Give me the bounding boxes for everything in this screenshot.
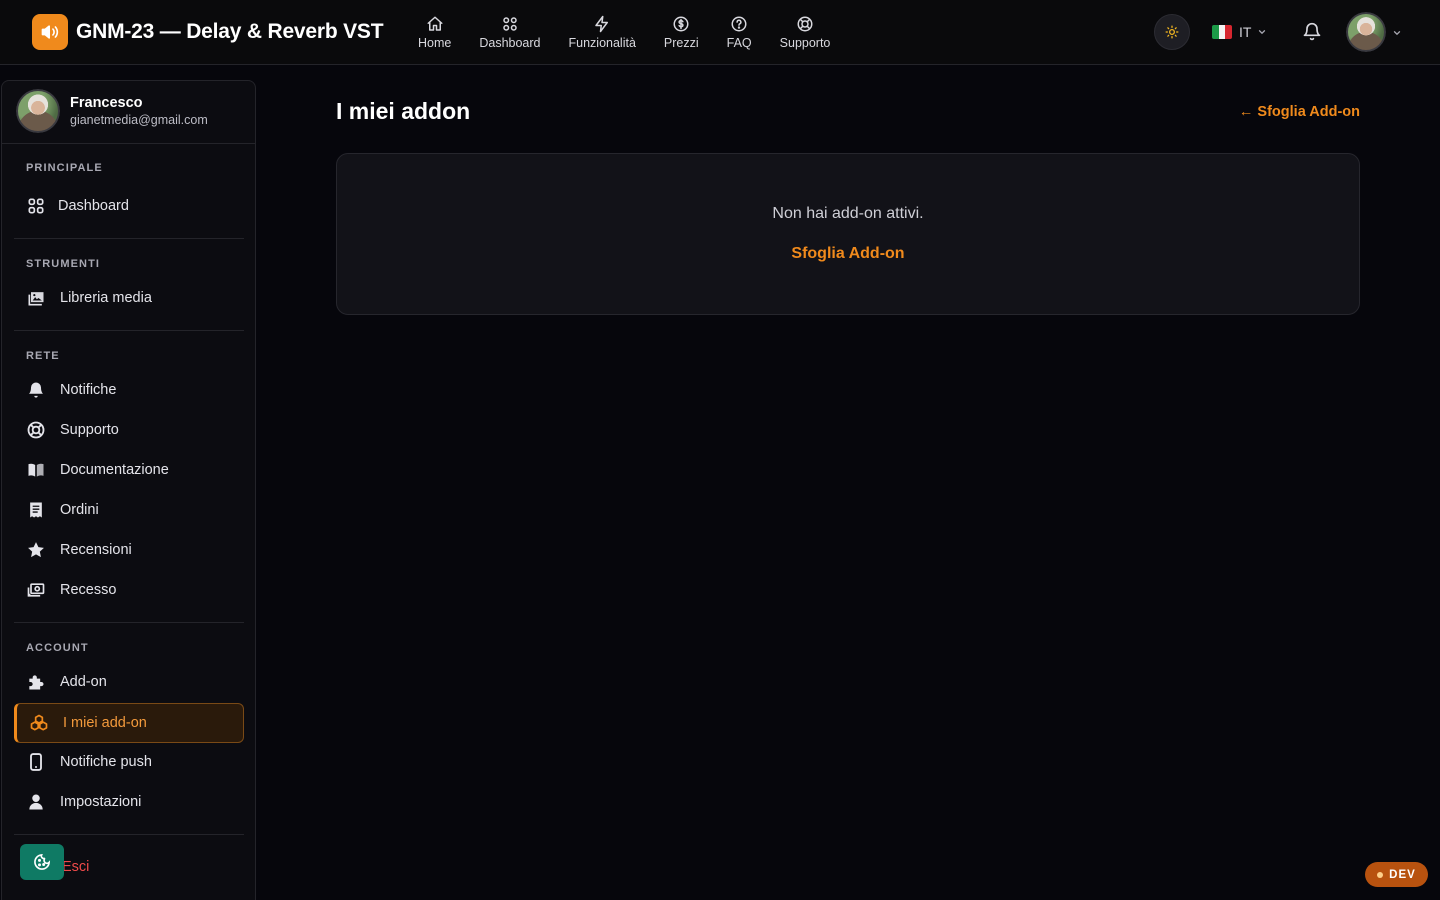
sidebar-item-label: Notifiche push xyxy=(60,754,152,770)
section-title-strumenti: STRUMENTI xyxy=(26,258,101,270)
nav-support-label: Supporto xyxy=(779,35,831,50)
cookie-icon xyxy=(34,853,51,870)
nav-faq-label: FAQ xyxy=(726,35,752,50)
logout-button[interactable]: Esci xyxy=(62,859,89,875)
browse-addons-link[interactable]: ← Sfoglia Add-on xyxy=(1239,104,1360,120)
lifebuoy-icon xyxy=(27,421,45,439)
nav-faq[interactable]: FAQ xyxy=(713,0,766,64)
book-icon xyxy=(28,463,44,477)
nav-support[interactable]: Supporto xyxy=(766,0,845,64)
sidebar-item-documentation[interactable]: Documentazione xyxy=(14,451,244,489)
phone-icon xyxy=(30,753,42,771)
dollar-icon xyxy=(673,16,689,31)
sidebar-item-settings[interactable]: Impostazioni xyxy=(14,783,244,821)
top-navbar: GNM-23 — Delay & Reverb VST Home Dashboa… xyxy=(0,0,1440,65)
sidebar-item-dashboard[interactable]: Dashboard xyxy=(14,187,244,225)
section-title-account: ACCOUNT xyxy=(26,642,89,654)
notifications-button[interactable] xyxy=(1302,22,1322,47)
avatar xyxy=(1346,12,1386,52)
sidebar-item-push-notifications[interactable]: Notifiche push xyxy=(14,743,244,781)
photos-icon xyxy=(28,292,44,306)
italy-flag-icon xyxy=(1212,25,1232,39)
divider xyxy=(14,622,244,623)
chevron-down-icon[interactable] xyxy=(1392,28,1402,38)
sidebar-item-label: Impostazioni xyxy=(60,794,142,810)
chevron-down-icon xyxy=(1259,30,1266,35)
sidebar-item-addons[interactable]: Add-on xyxy=(14,663,244,701)
sidebar-item-label: Recesso xyxy=(60,582,117,598)
sidebar-item-label: Dashboard xyxy=(58,198,129,214)
nav-dashboard-label: Dashboard xyxy=(479,35,541,50)
empty-state-browse-link[interactable]: Sfoglia Add-on xyxy=(337,245,1359,263)
divider xyxy=(14,834,244,835)
sun-icon xyxy=(1165,25,1179,39)
sidebar-item-label: Supporto xyxy=(60,422,119,438)
sidebar-item-reviews[interactable]: Recensioni xyxy=(14,531,244,569)
nav-features[interactable]: Funzionalità xyxy=(555,0,650,64)
sidebar: Francesco gianetmedia@gmail.com PRINCIPA… xyxy=(1,80,256,900)
nav-pricing[interactable]: Prezzi xyxy=(650,0,713,64)
money-refund-icon xyxy=(27,583,45,597)
bell-icon xyxy=(1303,22,1321,41)
lifebuoy-icon xyxy=(797,16,813,31)
sidebar-profile[interactable]: Francesco gianetmedia@gmail.com xyxy=(16,85,244,137)
divider xyxy=(14,238,244,239)
user-icon xyxy=(29,794,43,810)
help-icon xyxy=(731,16,747,31)
page-title: I miei addon xyxy=(336,98,471,124)
env-badge: DEV xyxy=(1365,862,1428,887)
sidebar-item-label: Documentazione xyxy=(60,462,169,478)
profile-email: gianetmedia@gmail.com xyxy=(70,113,208,127)
nav-dashboard[interactable]: Dashboard xyxy=(465,0,554,64)
lightning-icon xyxy=(595,15,609,32)
sidebar-item-label: Libreria media xyxy=(60,290,152,306)
theme-toggle-button[interactable] xyxy=(1154,14,1190,50)
grid-icon xyxy=(503,16,517,31)
nav-home[interactable]: Home xyxy=(404,0,465,64)
divider xyxy=(2,143,255,144)
status-dot xyxy=(1377,871,1384,878)
brand[interactable]: GNM-23 — Delay & Reverb VST xyxy=(32,14,384,50)
bell-icon xyxy=(28,382,44,398)
sidebar-item-label: Ordini xyxy=(60,502,99,518)
star-icon xyxy=(28,542,44,558)
avatar xyxy=(16,89,60,133)
empty-state-message: Non hai add-on attivi. xyxy=(772,205,924,222)
sidebar-item-support[interactable]: Supporto xyxy=(14,411,244,449)
section-title-rete: RETE xyxy=(26,350,60,362)
sidebar-item-label: Notifiche xyxy=(60,382,117,398)
nav-features-label: Funzionalità xyxy=(568,35,636,50)
speaker-icon xyxy=(32,14,68,50)
profile-name: Francesco xyxy=(70,95,143,111)
empty-state-card: Non hai add-on attivi. Sfoglia Add-on xyxy=(336,153,1360,315)
sidebar-item-my-addons[interactable]: I miei add-on xyxy=(14,703,244,743)
sidebar-item-notifications[interactable]: Notifiche xyxy=(14,371,244,409)
env-badge-label: DEV xyxy=(1389,868,1416,881)
nav-home-label: Home xyxy=(418,35,452,50)
user-avatar-button[interactable] xyxy=(1346,12,1386,52)
sidebar-item-label: I miei add-on xyxy=(63,715,147,731)
sidebar-item-orders[interactable]: Ordini xyxy=(14,491,244,529)
language-code: IT xyxy=(1239,24,1252,40)
home-icon xyxy=(427,16,443,31)
sidebar-item-label: Add-on xyxy=(60,674,107,690)
receipt-icon xyxy=(30,502,42,518)
grid-icon xyxy=(28,198,44,214)
puzzle-icon xyxy=(29,675,44,690)
nav-pricing-label: Prezzi xyxy=(663,35,699,50)
cubes-icon xyxy=(30,714,48,731)
section-title-principale: PRINCIPALE xyxy=(26,162,103,174)
divider xyxy=(14,330,244,331)
sidebar-item-label: Recensioni xyxy=(60,542,132,558)
sidebar-item-media-library[interactable]: Libreria media xyxy=(14,279,244,317)
main-nav: Home Dashboard Funzionalità Prezzi FAQ S… xyxy=(404,0,844,64)
sidebar-item-withdrawal[interactable]: Recesso xyxy=(14,571,244,609)
app-title: GNM-23 — Delay & Reverb VST xyxy=(76,20,384,43)
language-selector[interactable]: IT xyxy=(1212,20,1267,44)
cookie-settings-button[interactable] xyxy=(20,844,64,880)
